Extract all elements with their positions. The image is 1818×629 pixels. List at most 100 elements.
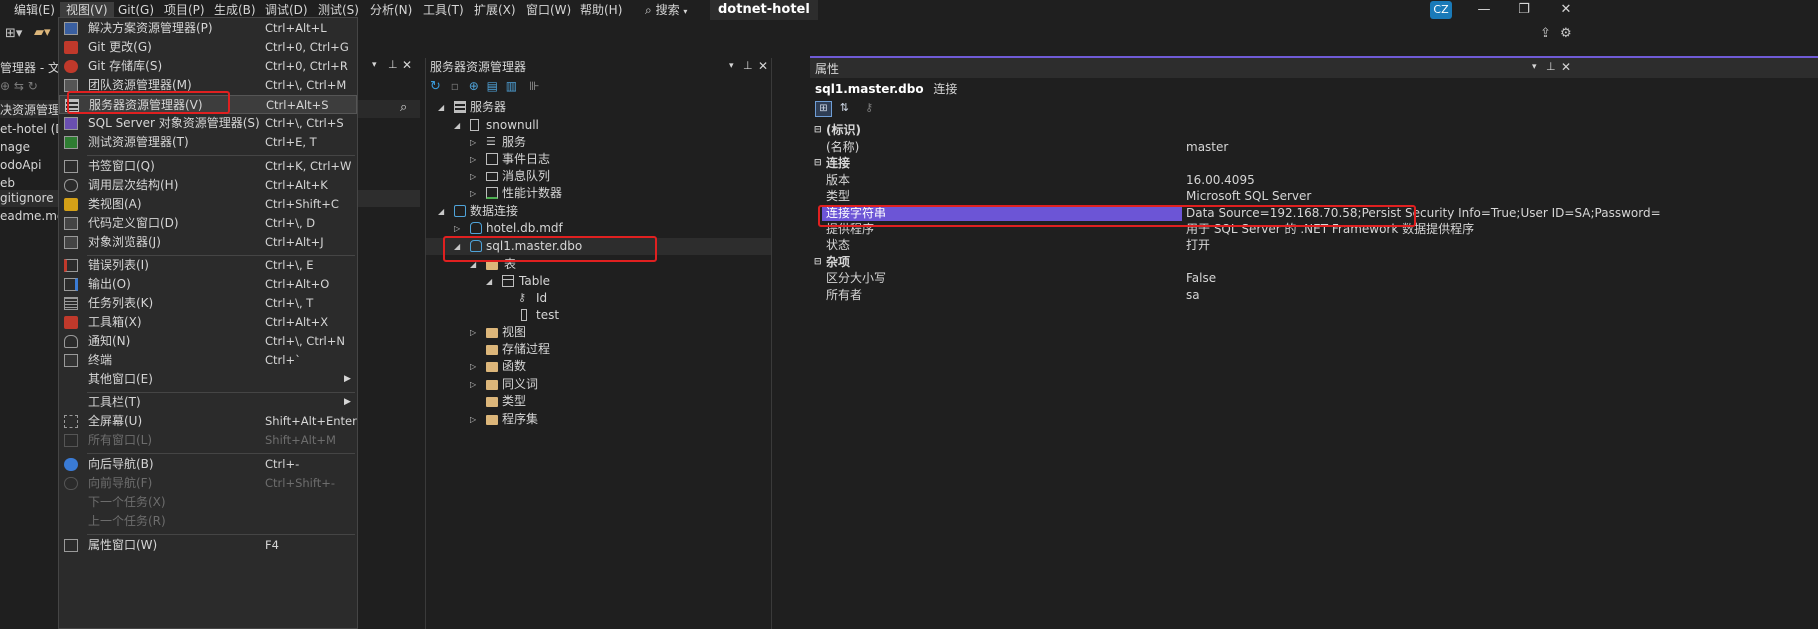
share-icon[interactable]: ⇪ (1540, 26, 1551, 41)
connect-database-icon[interactable]: ⊕ (469, 79, 479, 93)
menu-test[interactable]: 测试(S) (318, 2, 359, 18)
pin-icon[interactable]: ⊥ (743, 59, 753, 72)
filter-icon[interactable]: ⊪ (529, 79, 539, 93)
menu-view[interactable]: 视图(V) (60, 2, 114, 18)
collapse-icon[interactable]: ⊟ (814, 155, 822, 172)
property-category-misc[interactable]: ⊟ 杂项 (810, 254, 1818, 271)
dropdown-icon[interactable]: ▾ (1532, 62, 1537, 72)
menu-item-other-windows[interactable]: 其他窗口(E) ▶ (59, 370, 357, 389)
properties-object-selector[interactable]: sql1.master.dbo 连接 (815, 80, 957, 97)
refresh-icon[interactable]: ↻ (430, 79, 441, 94)
menu-window[interactable]: 窗口(W) (526, 2, 571, 18)
menu-item-fullscreen[interactable]: 全屏幕(U) Shift+Alt+Enter (59, 412, 357, 431)
menu-item-call-hierarchy[interactable]: 调用层次结构(H) Ctrl+Alt+K (59, 176, 357, 195)
categorized-icon[interactable]: ⊞ (815, 101, 832, 117)
tree-node-column-id[interactable]: ⚷ Id (426, 290, 771, 307)
close-icon[interactable]: ✕ (402, 58, 412, 72)
tree-node-synonyms[interactable]: ▷ 同义词 (426, 376, 771, 393)
menu-item-error-list[interactable]: 错误列表(I) Ctrl+\, E (59, 256, 357, 275)
tree-node-message-queues[interactable]: ▷ 消息队列 (426, 168, 771, 185)
avatar[interactable]: CZ (1430, 1, 1452, 19)
menu-item-next-task[interactable]: 下一个任务(X) (59, 493, 357, 512)
menu-item-all-windows[interactable]: 所有窗口(L) Shift+Alt+M (59, 431, 357, 450)
tree-node-table[interactable]: ◢ Table (426, 273, 771, 290)
sol-toolbar-icons[interactable]: ⊕ ⇆ ↻ (0, 79, 38, 93)
collapse-icon[interactable]: ⊟ (814, 122, 822, 139)
menu-git[interactable]: Git(G) (118, 2, 154, 18)
tree-node-data-connections[interactable]: ◢ 数据连接 (426, 203, 771, 220)
menu-project[interactable]: 项目(P) (164, 2, 205, 18)
close-icon[interactable]: ✕ (758, 59, 768, 73)
tree-node-views[interactable]: ▷ 视图 (426, 324, 771, 341)
tree-node-services[interactable]: ▷ ☰ 服务 (426, 134, 771, 151)
tree-node-hotel-db[interactable]: ▷ hotel.db.mdf (426, 220, 771, 237)
menu-debug[interactable]: 调试(D) (265, 2, 308, 18)
tree-node-event-logs[interactable]: ▷ 事件日志 (426, 151, 771, 168)
menu-tools[interactable]: 工具(T) (423, 2, 464, 18)
menu-item-solution-explorer[interactable]: 解决方案资源管理器(P) Ctrl+Alt+L (59, 19, 357, 38)
close-icon[interactable]: ✕ (1561, 60, 1571, 74)
tree-node-functions[interactable]: ▷ 函数 (426, 358, 771, 375)
connect-azure-icon[interactable]: ▥ (506, 79, 517, 93)
menu-item-task-list[interactable]: 任务列表(K) Ctrl+\, T (59, 294, 357, 313)
tree-node-servers[interactable]: ◢ 服务器 (426, 99, 771, 116)
menu-item-toolbars[interactable]: 工具栏(T) ▶ (59, 393, 357, 412)
property-row-version[interactable]: 版本 16.00.4095 (810, 172, 1818, 189)
menu-item-navigate-back[interactable]: 向后导航(B) Ctrl+- (59, 455, 357, 474)
dropdown-icon[interactable]: ▾ (729, 61, 734, 71)
tree-node-column-test[interactable]: test (426, 307, 771, 324)
menu-analyze[interactable]: 分析(N) (370, 2, 412, 18)
property-row-case-sensitive[interactable]: 区分大小写 False (810, 270, 1818, 287)
menu-edit[interactable]: 编辑(E) (14, 2, 55, 18)
menu-item-class-view[interactable]: 类视图(A) Ctrl+Shift+C (59, 195, 357, 214)
dropdown-icon[interactable]: ▾ (372, 60, 377, 70)
tree-node-server[interactable]: ◢ snownull (426, 117, 771, 134)
menu-build[interactable]: 生成(B) (214, 2, 256, 18)
menu-item-code-definition[interactable]: 代码定义窗口(D) Ctrl+\, D (59, 214, 357, 233)
property-row-owner[interactable]: 所有者 sa (810, 287, 1818, 304)
tree-node-stored-procedures[interactable]: 存储过程 (426, 341, 771, 358)
stop-icon[interactable]: ▫ (451, 79, 459, 93)
menu-item-toolbox[interactable]: 工具箱(X) Ctrl+Alt+X (59, 313, 357, 332)
project-item[interactable]: nage (0, 139, 30, 156)
alphabetical-sort-icon[interactable]: ⇅ (836, 100, 853, 116)
settings-icon[interactable]: ⚙ (1560, 26, 1572, 41)
menu-item-previous-task[interactable]: 上一个任务(R) (59, 512, 357, 531)
menu-item-terminal[interactable]: 终端 Ctrl+` (59, 351, 357, 370)
menu-item-navigate-forward[interactable]: 向前导航(F) Ctrl+Shift+- (59, 474, 357, 493)
menu-item-notifications[interactable]: 通知(N) Ctrl+\, Ctrl+N (59, 332, 357, 351)
new-project-icon[interactable]: ⊞▾ (5, 26, 22, 41)
file-item[interactable]: eadme.md (0, 208, 65, 225)
search-box[interactable]: ⌕ 搜索 ▾ (645, 2, 687, 18)
annotation-highlight-connection-string (818, 205, 1416, 227)
connect-server-icon[interactable]: ▤ (487, 79, 498, 93)
property-category-connection[interactable]: ⊟ 连接 (810, 155, 1818, 172)
tree-node-assemblies[interactable]: ▷ 程序集 (426, 411, 771, 428)
collapse-icon[interactable]: ⊟ (814, 254, 822, 271)
property-category-identity[interactable]: ⊟ (标识) (810, 122, 1818, 139)
menu-item-git-repository[interactable]: Git 存储库(S) Ctrl+0, Ctrl+R (59, 57, 357, 76)
menu-help[interactable]: 帮助(H) (580, 2, 622, 18)
property-row-name[interactable]: (名称) master (810, 139, 1818, 156)
annotation-highlight-sql1-master (443, 236, 657, 262)
pin-icon[interactable]: ⊥ (1546, 60, 1556, 73)
close-window-icon[interactable]: ✕ (1556, 1, 1576, 19)
project-item[interactable]: odoApi (0, 157, 41, 174)
menu-extensions[interactable]: 扩展(X) (474, 2, 516, 18)
menu-item-test-explorer[interactable]: 测试资源管理器(T) Ctrl+E, T (59, 133, 357, 152)
menu-item-properties-window[interactable]: 属性窗口(W) F4 (59, 536, 357, 555)
menu-item-object-browser[interactable]: 对象浏览器(J) Ctrl+Alt+J (59, 233, 357, 252)
open-folder-icon[interactable]: ▰▾ (34, 25, 51, 40)
menu-item-git-changes[interactable]: Git 更改(G) Ctrl+0, Ctrl+G (59, 38, 357, 57)
menu-item-output[interactable]: 输出(O) Ctrl+Alt+O (59, 275, 357, 294)
property-pages-icon[interactable]: ⚷ (861, 100, 878, 116)
property-row-state[interactable]: 状态 打开 (810, 237, 1818, 254)
minimize-icon[interactable]: — (1474, 1, 1494, 19)
property-row-type[interactable]: 类型 Microsoft SQL Server (810, 188, 1818, 205)
tree-node-performance-counters[interactable]: ▷ 性能计数器 (426, 185, 771, 202)
pin-icon[interactable]: ⊥ (388, 58, 398, 71)
menu-item-sql-object-explorer[interactable]: SQL Server 对象资源管理器(S) Ctrl+\, Ctrl+S (59, 114, 357, 133)
tree-node-types[interactable]: 类型 (426, 393, 771, 410)
restore-icon[interactable]: ❐ (1514, 1, 1534, 19)
menu-item-bookmarks[interactable]: 书签窗口(Q) Ctrl+K, Ctrl+W (59, 157, 357, 176)
